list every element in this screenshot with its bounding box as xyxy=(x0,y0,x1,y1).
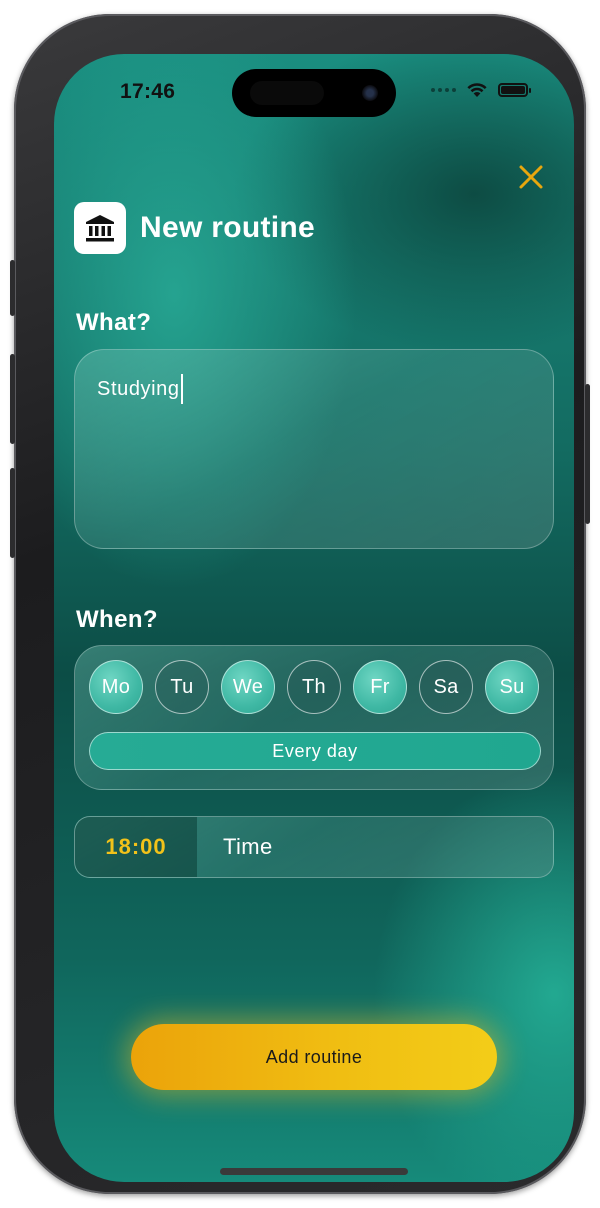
sensor-area xyxy=(250,81,324,105)
add-routine-button[interactable]: Add routine xyxy=(131,1024,497,1090)
day-toggle-sunday[interactable]: Su xyxy=(485,660,539,714)
status-time: 17:46 xyxy=(120,80,176,103)
bank-icon xyxy=(86,215,114,242)
dynamic-island xyxy=(232,69,396,117)
day-list: Mo Tu We Th Fr Sa Su xyxy=(89,660,539,714)
what-text-area[interactable]: Studying xyxy=(74,349,554,549)
time-label: Time xyxy=(223,834,273,859)
wifi-icon xyxy=(467,83,487,97)
close-icon xyxy=(519,165,543,189)
when-label: When? xyxy=(76,606,158,633)
day-toggle-tuesday[interactable]: Tu xyxy=(155,660,209,714)
screen: 17:46 New routine What? Studying When? M… xyxy=(54,54,574,1182)
day-toggle-thursday[interactable]: Th xyxy=(287,660,341,714)
time-picker-value[interactable]: 18:00 xyxy=(75,817,197,877)
page-title: New routine xyxy=(140,211,315,244)
action-button xyxy=(10,260,15,316)
home-indicator[interactable] xyxy=(220,1168,408,1175)
volume-down-button xyxy=(10,468,15,558)
app-icon-tile xyxy=(74,202,126,254)
signal-dots-icon xyxy=(431,88,456,92)
day-toggle-friday[interactable]: Fr xyxy=(353,660,407,714)
day-toggle-monday[interactable]: Mo xyxy=(89,660,143,714)
what-label: What? xyxy=(76,309,152,336)
battery-icon xyxy=(498,83,531,97)
phone-frame: 17:46 New routine What? Studying When? M… xyxy=(10,14,590,1194)
status-bar: 17:46 xyxy=(54,54,574,134)
status-icons xyxy=(431,82,531,98)
weekday-selector: Mo Tu We Th Fr Sa Su Every day xyxy=(74,645,554,790)
camera-icon xyxy=(362,85,378,101)
volume-up-button xyxy=(10,354,15,444)
day-toggle-saturday[interactable]: Sa xyxy=(419,660,473,714)
time-field[interactable]: 18:00 Time xyxy=(74,816,554,878)
day-toggle-wednesday[interactable]: We xyxy=(221,660,275,714)
what-input-value: Studying xyxy=(97,374,183,404)
every-day-button[interactable]: Every day xyxy=(89,732,541,770)
power-button xyxy=(585,384,590,524)
close-button[interactable] xyxy=(514,160,548,194)
header: New routine xyxy=(74,202,315,254)
